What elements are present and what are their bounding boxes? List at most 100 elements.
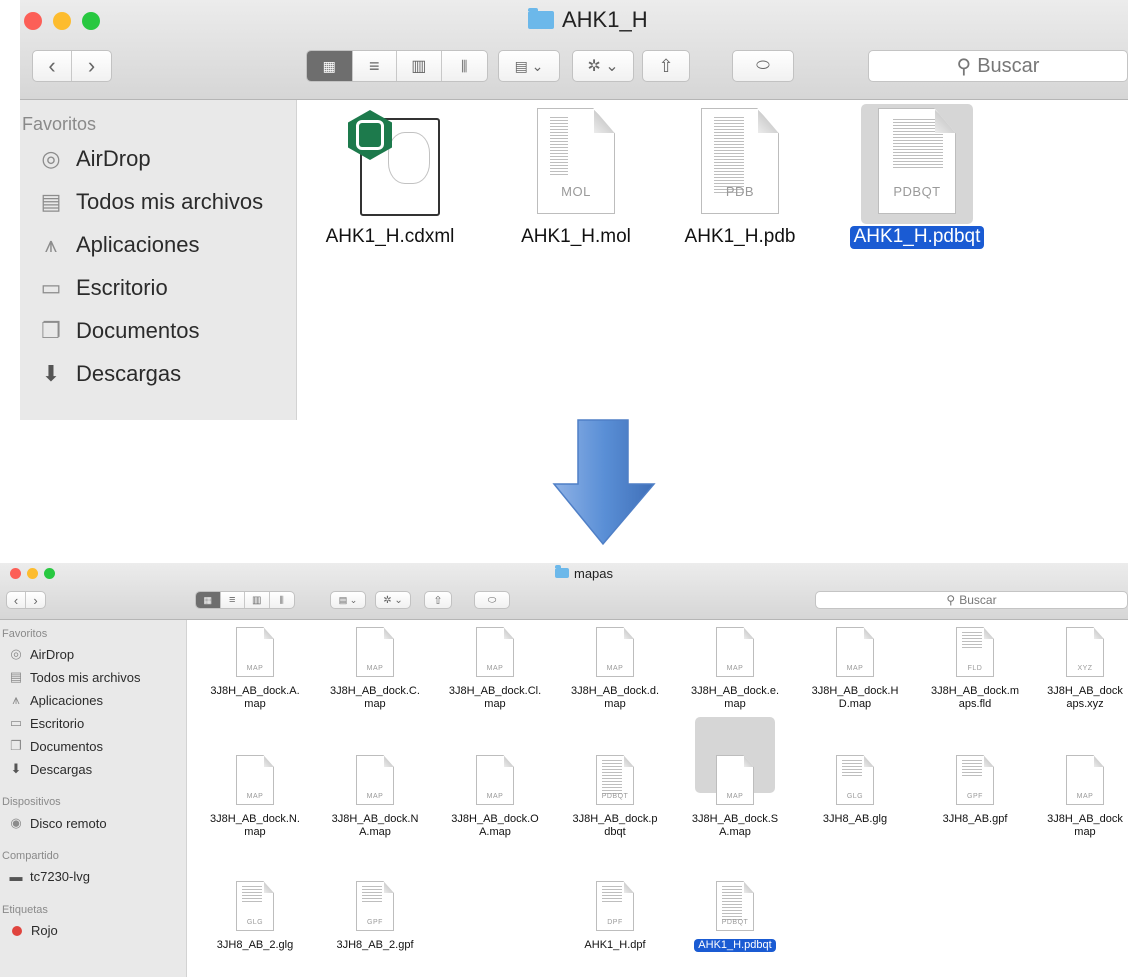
file-type-label: MAP: [246, 793, 264, 800]
sidebar-item-desktop[interactable]: ▭ Escritorio: [36, 275, 168, 301]
zoom-window-button[interactable]: [44, 568, 55, 579]
file-name-line1: 3J8H_AB_dock: [1047, 685, 1123, 697]
file-type-label: MAP: [366, 793, 384, 800]
sidebar-item-applications[interactable]: ⩚ Aplicaciones: [8, 692, 103, 708]
sidebar-item-downloads[interactable]: ⬇ Descargas: [36, 361, 181, 387]
file-type-label: GPF: [367, 919, 383, 926]
file-item[interactable]: MOL AHK1_H.mol: [506, 108, 646, 249]
file-item[interactable]: DPF AHK1_H.dpf: [555, 881, 675, 952]
share-button[interactable]: ⇧: [642, 50, 690, 82]
close-window-button[interactable]: [24, 12, 42, 30]
file-item[interactable]: MAP 3J8H_AB_dock.N A.map: [315, 755, 435, 839]
file-name-line2: D.map: [838, 698, 872, 711]
icon-view-icon[interactable]: ▦: [196, 592, 221, 608]
sidebar-item-all-files[interactable]: ▤ Todos mis archivos: [8, 669, 141, 685]
column-view-icon[interactable]: ▥: [397, 51, 442, 81]
file-name-line1: 3JH8_AB.gpf: [942, 813, 1008, 825]
file-name-line1: 3JH8_AB_2.gpf: [336, 939, 414, 951]
file-item[interactable]: PDB AHK1_H.pdb: [670, 108, 810, 249]
file-item[interactable]: GPF 3JH8_AB_2.gpf: [315, 881, 435, 952]
file-item[interactable]: MAP 3J8H_AB_dock.A. map: [195, 627, 315, 711]
cover-flow-icon[interactable]: ⫼: [270, 592, 294, 608]
icon-view-icon[interactable]: ▦: [307, 51, 353, 81]
file-item[interactable]: GLG 3JH8_AB_2.glg: [195, 881, 315, 952]
search-field[interactable]: ⚲ Buscar: [868, 50, 1128, 82]
file-name-line1: 3J8H_AB_dock: [1047, 813, 1123, 825]
document-icon: PDB: [701, 108, 779, 214]
arrange-icon: ▤ ⌄: [338, 594, 358, 605]
sidebar-item-label: Descargas: [30, 761, 93, 777]
forward-button[interactable]: ›: [26, 592, 45, 608]
search-placeholder: Buscar: [977, 54, 1040, 77]
file-item[interactable]: MAP 3J8H_AB_dock.H D.map: [795, 627, 915, 711]
gear-icon: ✲ ⌄: [383, 594, 403, 606]
search-field[interactable]: ⚲ Buscar: [815, 591, 1128, 609]
minimize-window-button[interactable]: [27, 568, 38, 579]
file-item[interactable]: PDBQT AHK1_H.pdbqt: [675, 881, 795, 953]
action-button[interactable]: ✲ ⌄: [572, 50, 634, 82]
tag-color-dot: [12, 925, 22, 936]
file-item[interactable]: MAP 3J8H_AB_dock.C. map: [315, 627, 435, 711]
file-item[interactable]: MAP 3J8H_AB_dock.O A.map: [435, 755, 555, 839]
back-button[interactable]: ‹: [7, 592, 27, 608]
file-item[interactable]: PDBQT AHK1_H.pdbqt: [847, 108, 987, 249]
document-icon: GLG: [236, 881, 274, 931]
file-item[interactable]: MAP 3J8H_AB_dock.e. map: [675, 627, 795, 711]
sidebar-item-shared-computer[interactable]: ▬ tc7230-lvg: [8, 869, 90, 884]
file-item[interactable]: MAP 3J8H_AB_dock map: [1025, 755, 1128, 839]
arrange-button[interactable]: ▤ ⌄: [498, 50, 560, 82]
sidebar-item-documents[interactable]: ❐ Documentos: [8, 738, 103, 754]
file-item[interactable]: MAP 3J8H_AB_dock.N. map: [195, 755, 315, 839]
sidebar-item-documents[interactable]: ❐ Documentos: [36, 318, 199, 344]
file-item[interactable]: XYZ 3J8H_AB_dock aps.xyz: [1025, 627, 1128, 711]
sidebar: Favoritos ◎ AirDrop ▤ Todos mis archivos…: [0, 620, 187, 977]
tags-button[interactable]: ⬭: [732, 50, 794, 82]
file-item[interactable]: MAP 3J8H_AB_dock.S A.map: [675, 755, 795, 839]
folder-icon: [528, 8, 554, 29]
sidebar-item-desktop[interactable]: ▭ Escritorio: [8, 715, 84, 731]
file-name-line2: map: [604, 698, 626, 711]
sidebar-item-remote-disc[interactable]: ◉ Disco remoto: [8, 815, 106, 831]
file-item[interactable]: MAP 3J8H_AB_dock.Cl. map: [435, 627, 555, 711]
close-window-button[interactable]: [10, 568, 21, 579]
file-name-line1: 3JH8_AB.glg: [822, 813, 888, 825]
file-type-label: MAP: [486, 793, 504, 800]
document-icon: MAP: [356, 627, 394, 677]
column-view-icon[interactable]: ▥: [245, 592, 270, 608]
view-mode-control: ▦ ≡ ▥ ⫼: [195, 591, 295, 609]
computer-icon: ▬: [9, 869, 23, 884]
file-item[interactable]: PDBQT 3J8H_AB_dock.p dbqt: [555, 755, 675, 839]
sidebar-item-label: Rojo: [31, 923, 58, 938]
file-item[interactable]: MAP 3J8H_AB_dock.d. map: [555, 627, 675, 711]
list-view-icon[interactable]: ≡: [221, 592, 245, 608]
share-button[interactable]: ⇧: [424, 591, 452, 609]
tags-button[interactable]: ⬭: [474, 591, 510, 609]
sidebar-item-label: Todos mis archivos: [76, 189, 264, 214]
file-item[interactable]: AHK1_H.cdxml: [320, 108, 460, 249]
chemdraw-icon: [342, 108, 440, 216]
sidebar-item-downloads[interactable]: ⬇ Descargas: [8, 761, 93, 777]
sidebar-item-airdrop[interactable]: ◎ AirDrop: [36, 146, 150, 172]
file-item[interactable]: FLD 3J8H_AB_dock.m aps.fld: [915, 627, 1035, 711]
sidebar-item-applications[interactable]: ⩚ Aplicaciones: [36, 232, 200, 258]
document-icon: GPF: [356, 881, 394, 931]
document-icon: MAP: [596, 627, 634, 677]
back-button[interactable]: ‹: [33, 51, 73, 81]
forward-button[interactable]: ›: [72, 51, 111, 81]
document-icon: GPF: [956, 755, 994, 805]
sidebar-item-tag-red[interactable]: Rojo: [8, 923, 58, 938]
file-type-label: MAP: [726, 793, 744, 800]
arrange-button[interactable]: ▤ ⌄: [330, 591, 366, 609]
cover-flow-icon[interactable]: ⫼: [442, 51, 487, 81]
file-item[interactable]: GLG 3JH8_AB.glg: [795, 755, 915, 826]
file-type-label: PDBQT: [721, 919, 749, 926]
sidebar-item-all-files[interactable]: ▤ Todos mis archivos: [36, 189, 263, 215]
sidebar-header-shared: Compartido: [2, 850, 59, 862]
sidebar-item-airdrop[interactable]: ◎ AirDrop: [8, 646, 74, 662]
file-name-line1: AHK1_H.dpf: [584, 939, 646, 951]
action-button[interactable]: ✲ ⌄: [375, 591, 411, 609]
file-item[interactable]: GPF 3JH8_AB.gpf: [915, 755, 1035, 826]
zoom-window-button[interactable]: [82, 12, 100, 30]
minimize-window-button[interactable]: [53, 12, 71, 30]
list-view-icon[interactable]: ≡: [353, 51, 398, 81]
